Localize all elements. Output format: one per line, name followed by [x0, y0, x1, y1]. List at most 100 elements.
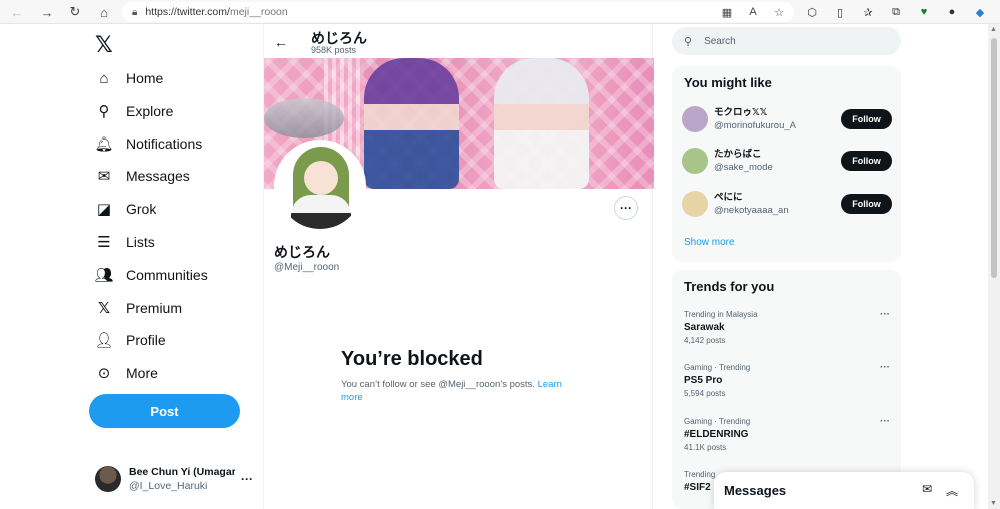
more-horizontal-icon[interactable]: ···: [880, 416, 890, 427]
profile-avatar[interactable]: [274, 140, 366, 232]
nav-profile[interactable]: 👤︎ Profile: [94, 328, 166, 352]
profile-column: ← めじろん 958K posts ··· めじろん @Meji__rooon …: [263, 24, 654, 509]
read-aloud-icon[interactable]: A: [742, 3, 764, 21]
search-input[interactable]: ⚲ Search: [672, 27, 901, 55]
more-options-button[interactable]: ···: [614, 196, 638, 220]
avatar: [682, 106, 708, 132]
suggestion-item[interactable]: たからばこ @sake_mode Follow: [682, 146, 892, 176]
post-button[interactable]: Post: [89, 394, 240, 428]
chevron-up-icon[interactable]: ︽: [946, 482, 958, 499]
messages-drawer[interactable]: Messages ✉ ︽: [714, 472, 974, 509]
nav-label: Messages: [126, 168, 190, 184]
x-icon: 𝕏: [97, 300, 111, 317]
bell-icon: 🔔︎: [94, 136, 114, 153]
suggestion-name: たからばこ: [714, 149, 762, 160]
account-switcher[interactable]: Bee Chun Yi (Umagar @I_Love_Haruki ···: [95, 462, 255, 496]
back-arrow-icon[interactable]: ←: [274, 34, 288, 50]
grok-icon: ◪: [96, 201, 112, 218]
avatar: [95, 466, 121, 492]
messages-drawer-title: Messages: [724, 483, 787, 498]
star-icon[interactable]: ☆: [768, 3, 790, 21]
more-horizontal-icon[interactable]: ···: [880, 362, 890, 373]
follow-button[interactable]: Follow: [841, 109, 892, 129]
home-icon: ⌂: [99, 69, 109, 87]
nav-grok[interactable]: ◪ Grok: [95, 197, 156, 221]
health-icon[interactable]: ♥: [914, 3, 934, 21]
avatar: [682, 148, 708, 174]
account-name: Bee Chun Yi (Umagar: [129, 466, 235, 478]
copilot-icon[interactable]: ◆: [970, 3, 990, 21]
suggestion-handle: @sake_mode: [714, 162, 773, 173]
nav-premium[interactable]: 𝕏 Premium: [95, 296, 182, 320]
x-logo-icon[interactable]: 𝕏: [95, 32, 113, 58]
back-arrow-icon[interactable]: ←: [6, 1, 28, 23]
nav-explore[interactable]: ⚲ Explore: [95, 99, 174, 123]
trend-item[interactable]: Gaming · Trending #ELDENRING 41.1K posts…: [684, 416, 890, 453]
nav-home[interactable]: ⌂ Home: [95, 66, 163, 90]
nav-label: Profile: [126, 332, 166, 348]
suggestion-handle: @morinofukurou_A: [714, 120, 796, 131]
nav-lists[interactable]: ☰ Lists: [95, 230, 155, 254]
follow-button[interactable]: Follow: [841, 194, 892, 214]
trend-item[interactable]: Trending in Malaysia Sarawak 4,142 posts…: [684, 309, 890, 346]
page-scrollbar[interactable]: ▲ ▼: [988, 24, 1000, 509]
trends-title: Trends for you: [684, 279, 775, 294]
trend-item[interactable]: Gaming · Trending PS5 Pro 5,594 posts ··…: [684, 362, 890, 399]
trend-meta: Gaming · Trending: [684, 363, 751, 372]
scroll-down-icon[interactable]: ▼: [990, 500, 997, 507]
address-bar[interactable]: 🔒︎ https://twitter.com/meji__rooon: [122, 2, 794, 22]
grid-icon[interactable]: ▦: [716, 3, 738, 21]
url-path: meji__rooon: [229, 6, 288, 18]
nav-more[interactable]: ⊙ More: [95, 361, 158, 385]
trend-count: 5,594 posts: [684, 389, 726, 398]
profile-name: めじろん: [274, 244, 330, 260]
list-icon: ☰: [97, 234, 111, 251]
blocked-description: You can’t follow or see @Meji__rooon’s p…: [341, 378, 581, 404]
nav-notifications[interactable]: 🔔︎ Notifications: [94, 132, 203, 156]
show-more-link[interactable]: Show more: [684, 237, 735, 248]
more-horizontal-icon[interactable]: ···: [241, 472, 253, 486]
more-circle-icon: ⊙: [97, 365, 111, 382]
trend-name: PS5 Pro: [684, 375, 723, 386]
trend-count: 41.1K posts: [684, 443, 727, 452]
browser-toolbar: ← → ↻ ⌂ 🔒︎ https://twitter.com/meji__roo…: [0, 0, 1000, 24]
nav-label: Premium: [126, 300, 183, 316]
might-like-title: You might like: [684, 75, 772, 90]
blocked-text: You can’t follow or see @Meji__rooon’s p…: [341, 379, 538, 390]
right-sidebar: ⚲ Search You might like モクロゥ𝕏𝕏 @morinofu…: [672, 24, 902, 509]
blocked-title: You’re blocked: [341, 348, 483, 370]
trend-count: 4,142 posts: [684, 336, 726, 345]
lock-icon: 🔒︎: [132, 6, 138, 18]
nav-communities[interactable]: 👥︎ Communities: [94, 263, 208, 287]
extensions-icon[interactable]: ⬡: [802, 3, 822, 21]
more-horizontal-icon[interactable]: ···: [880, 309, 890, 320]
scroll-up-icon[interactable]: ▲: [990, 26, 997, 33]
suggestion-name: モクロゥ𝕏𝕏: [714, 107, 768, 118]
home-page-icon[interactable]: ⌂: [93, 1, 115, 23]
url-host: https://twitter.com/: [145, 6, 230, 18]
profile-handle: @Meji__rooon: [274, 262, 340, 273]
who-to-follow-card: You might like モクロゥ𝕏𝕏 @morinofukurou_A F…: [672, 66, 901, 262]
search-icon: ⚲: [684, 35, 693, 48]
new-message-icon[interactable]: ✉: [922, 482, 932, 496]
trend-name: Sarawak: [684, 322, 725, 333]
profile-browser-icon[interactable]: ●: [942, 3, 962, 21]
collections-icon[interactable]: ⧉: [886, 3, 906, 21]
nav-label: More: [126, 365, 158, 381]
suggestion-item[interactable]: モクロゥ𝕏𝕏 @morinofukurou_A Follow: [682, 104, 892, 134]
trend-meta: Trending in Malaysia: [684, 310, 758, 319]
forward-arrow-icon[interactable]: →: [36, 1, 58, 23]
nav-label: Communities: [126, 267, 208, 283]
split-screen-icon[interactable]: ▯: [830, 3, 850, 21]
nav-label: Home: [126, 70, 164, 86]
envelope-icon: ✉: [97, 168, 111, 185]
follow-button[interactable]: Follow: [841, 151, 892, 171]
scrollbar-thumb[interactable]: [991, 38, 997, 278]
favorites-icon[interactable]: ✰: [858, 3, 878, 21]
nav-label: Notifications: [126, 136, 203, 152]
person-icon: 👤︎: [94, 332, 114, 349]
avatar: [682, 191, 708, 217]
refresh-icon[interactable]: ↻: [64, 1, 86, 23]
suggestion-item[interactable]: ぺにに @nekotyaaaa_an Follow: [682, 189, 892, 219]
nav-messages[interactable]: ✉ Messages: [95, 164, 190, 188]
